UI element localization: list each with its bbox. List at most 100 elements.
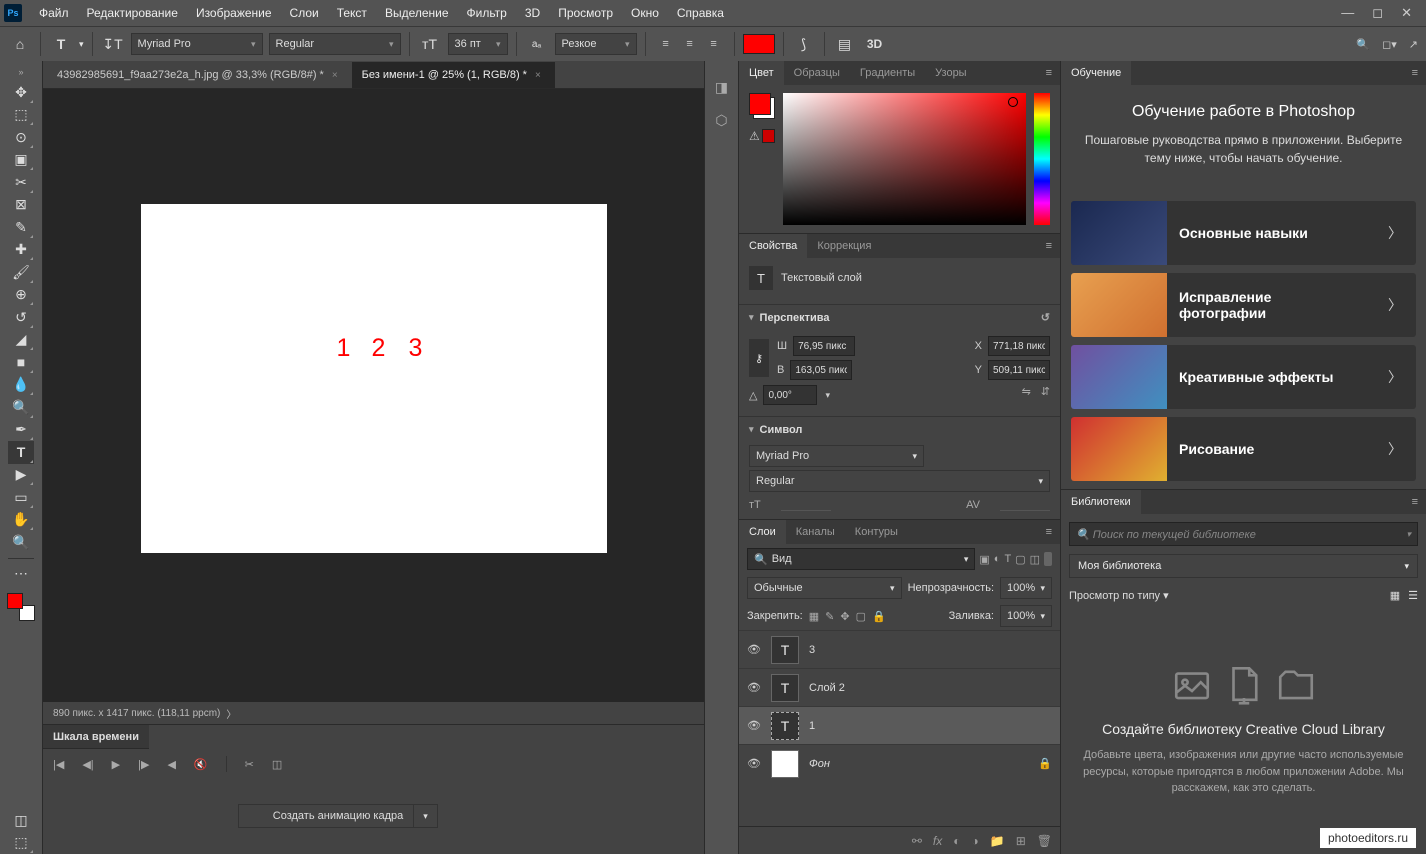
angle-input[interactable] — [763, 385, 817, 405]
prev-frame-button[interactable]: ◀| — [82, 758, 93, 771]
mute-button[interactable]: 🔇 — [194, 758, 208, 771]
visibility-icon[interactable]: 👁 — [747, 719, 761, 732]
document-tab[interactable]: 43982985691_f9aa273e2a_h.jpg @ 33,3% (RG… — [47, 62, 352, 88]
learn-card-photo[interactable]: Исправление фотографии〉 — [1071, 273, 1416, 337]
canvas[interactable]: 1 2 3 — [141, 204, 607, 553]
foreground-color[interactable] — [7, 593, 23, 609]
visibility-icon[interactable]: 👁 — [747, 643, 761, 656]
blur-tool[interactable]: 💧 — [8, 374, 34, 397]
next-frame-button[interactable]: |▶ — [138, 758, 149, 771]
menu-layers[interactable]: Слои — [281, 6, 328, 20]
layer-item[interactable]: 👁Фон🔒 — [739, 744, 1060, 782]
libraries-tab[interactable]: Библиотеки — [1061, 490, 1141, 514]
symbol-section[interactable]: ▾Символ — [739, 416, 1060, 442]
hand-tool[interactable]: ✋ — [8, 509, 34, 532]
font-size-select[interactable]: 36 пт▾ — [448, 33, 508, 55]
list-view-icon[interactable]: ☰ — [1408, 589, 1418, 602]
dodge-tool[interactable]: 🔍 — [8, 396, 34, 419]
layer-item[interactable]: 👁T3 — [739, 630, 1060, 668]
document-tab[interactable]: Без имени-1 @ 25% (1, RGB/8) *× — [352, 62, 555, 88]
channels-tab[interactable]: Каналы — [786, 520, 845, 544]
character-panel-button[interactable]: ▤ — [833, 32, 857, 56]
link-wh-button[interactable]: ⚷ — [749, 339, 769, 377]
collapse-icon[interactable]: » — [18, 67, 23, 77]
marquee-tool[interactable]: ⬚ — [8, 104, 34, 127]
filter-toggle[interactable] — [1044, 552, 1052, 566]
chevron-down-icon[interactable]: ▾ — [79, 39, 84, 50]
text-color-swatch[interactable] — [743, 34, 775, 54]
menu-help[interactable]: Справка — [668, 6, 733, 20]
history-brush-tool[interactable]: ↺ — [8, 306, 34, 329]
eraser-tool[interactable]: ◢ — [8, 329, 34, 352]
lock-paint-icon[interactable]: ✎ — [825, 610, 834, 623]
height-input[interactable] — [790, 360, 852, 380]
menu-image[interactable]: Изображение — [187, 6, 281, 20]
link-layers-button[interactable]: ⚯ — [912, 834, 922, 848]
play-button[interactable]: ▶ — [112, 758, 120, 771]
opacity-input[interactable]: 100%▾ — [1000, 577, 1052, 599]
menu-window[interactable]: Окно — [622, 6, 668, 20]
panel-menu-icon[interactable]: ≡ — [1404, 67, 1426, 79]
new-layer-button[interactable]: ⊞ — [1016, 834, 1026, 848]
grid-view-icon[interactable]: ▦ — [1390, 589, 1400, 602]
stamp-tool[interactable]: ⊕ — [8, 284, 34, 307]
x-input[interactable] — [988, 336, 1050, 356]
paths-tab[interactable]: Контуры — [845, 520, 908, 544]
saturation-field[interactable] — [783, 93, 1026, 225]
quickmask-button[interactable]: ◫ — [8, 809, 34, 832]
transition-button[interactable]: ◫ — [272, 758, 282, 771]
adjustments-tab[interactable]: Коррекция — [807, 234, 881, 258]
zoom-tool[interactable]: 🔍 — [8, 531, 34, 554]
text-layer-2[interactable]: 2 — [372, 334, 386, 363]
close-tab-icon[interactable]: × — [535, 70, 541, 81]
last-frame-button[interactable]: ◀ — [167, 758, 175, 771]
chevron-down-icon[interactable]: ▾ — [413, 805, 437, 827]
edit-toolbar-button[interactable]: ⋯ — [8, 563, 34, 586]
symbol-weight-select[interactable]: Regular▾ — [749, 470, 1050, 492]
panel-menu-icon[interactable]: ≡ — [1404, 496, 1426, 508]
path-select-tool[interactable]: ▶ — [8, 464, 34, 487]
menu-view[interactable]: Просмотр — [549, 6, 622, 20]
group-button[interactable]: 📁 — [990, 834, 1005, 848]
y-input[interactable] — [988, 360, 1050, 380]
reset-icon[interactable]: ↺ — [1041, 311, 1050, 324]
patterns-tab[interactable]: Узоры — [925, 61, 976, 85]
lock-artboard-icon[interactable]: ▢ — [856, 610, 866, 623]
text-orientation-button[interactable]: ↧T — [101, 32, 125, 56]
layer-item[interactable]: 👁TСлой 2 — [739, 668, 1060, 706]
maximize-button[interactable]: ◻ — [1372, 5, 1383, 21]
text-tool[interactable]: T — [8, 441, 34, 464]
layers-tab[interactable]: Слои — [739, 520, 786, 544]
panel-menu-icon[interactable]: ≡ — [1038, 526, 1060, 538]
text-layer-1[interactable]: 1 — [337, 334, 351, 363]
object-select-tool[interactable]: ▣ — [8, 149, 34, 172]
antialias-select[interactable]: Резкое▾ — [555, 33, 637, 55]
lasso-tool[interactable]: ⊙ — [8, 126, 34, 149]
menu-3d[interactable]: 3D — [516, 6, 549, 20]
fill-input[interactable]: 100%▾ — [1000, 605, 1052, 627]
library-select[interactable]: Моя библиотека▾ — [1069, 554, 1418, 578]
color-swatches[interactable] — [7, 593, 35, 621]
healing-tool[interactable]: ✚ — [8, 239, 34, 262]
swatches-tab[interactable]: Образцы — [784, 61, 850, 85]
visibility-icon[interactable]: 👁 — [747, 757, 761, 770]
lock-all-icon[interactable]: 🔒 — [872, 610, 886, 623]
blend-mode-select[interactable]: Обычные▾ — [747, 577, 902, 599]
cut-button[interactable]: ✂ — [245, 758, 254, 771]
menu-file[interactable]: Файл — [30, 6, 78, 20]
pen-tool[interactable]: ✒ — [8, 419, 34, 442]
menu-select[interactable]: Выделение — [376, 6, 458, 20]
eyedropper-tool[interactable]: ✎ — [8, 216, 34, 239]
filter-text-icon[interactable]: T — [1004, 553, 1011, 565]
move-tool[interactable]: ✥ — [8, 81, 34, 104]
fg-swatch[interactable] — [749, 93, 771, 115]
filter-shape-icon[interactable]: ▢ — [1015, 553, 1025, 566]
filter-image-icon[interactable]: ▣ — [979, 553, 989, 566]
search-icon[interactable]: 🔍 — [1356, 38, 1370, 51]
frame-tool[interactable]: ⊠ — [8, 194, 34, 217]
menu-text[interactable]: Текст — [328, 6, 376, 20]
3d-button[interactable]: 3D — [863, 32, 887, 56]
color-tab[interactable]: Цвет — [739, 61, 784, 85]
filter-smart-icon[interactable]: ◫ — [1030, 553, 1040, 566]
lock-position-icon[interactable]: ✥ — [840, 610, 849, 623]
